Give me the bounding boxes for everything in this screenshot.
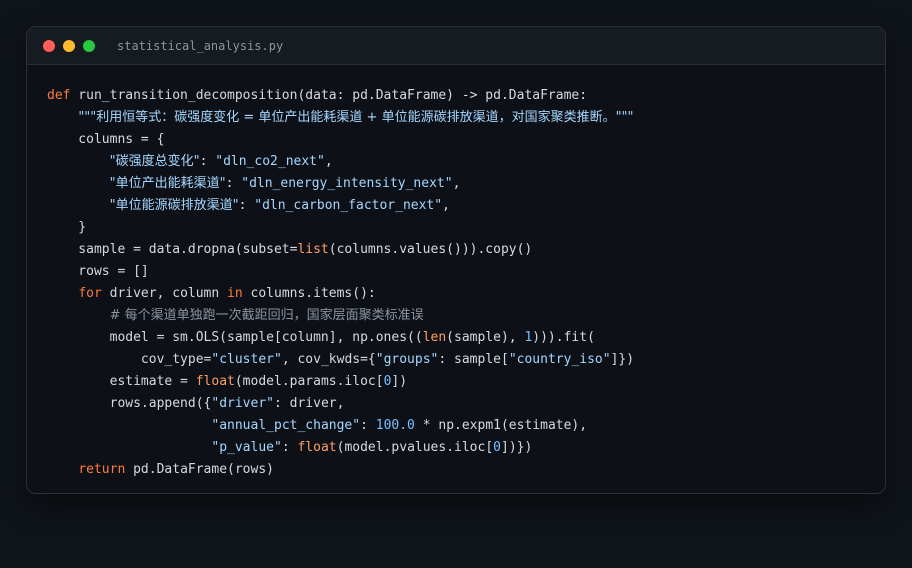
builtin: len	[422, 330, 447, 345]
code-text: :	[238, 198, 255, 213]
code-text: ])	[391, 374, 408, 389]
code-text: :	[199, 154, 216, 169]
code-line-4: "碳强度总变化": "dln_co2_next",	[47, 151, 885, 173]
string-literal: "单位产出能耗渠道"	[109, 176, 226, 191]
number-literal: 0	[493, 440, 501, 455]
code-text: (model.pvalues.iloc[	[336, 440, 494, 455]
code-line-17: "p_value": float(model.pvalues.iloc[0])}…	[47, 437, 885, 459]
code-text: columns = {	[47, 132, 165, 147]
code-text: }	[47, 220, 87, 235]
code-text: ,	[324, 154, 333, 169]
string-literal: "dln_energy_intensity_next"	[241, 176, 453, 191]
maximize-window-icon[interactable]	[83, 39, 95, 52]
string-literal: "dln_co2_next"	[215, 154, 325, 169]
code-text: * np.expm1(estimate),	[414, 418, 588, 433]
code-line-14: estimate = float(model.params.iloc[0])	[47, 371, 885, 393]
code-text: rows = []	[47, 264, 149, 279]
string-literal: "driver"	[211, 396, 274, 411]
code-line-9: rows = []	[47, 261, 885, 283]
code-text: : sample[	[438, 352, 509, 367]
code-text: pd.DataFrame(rows)	[125, 462, 274, 477]
string-literal: "country_iso"	[508, 352, 611, 367]
code-line-11: # 每个渠道单独跑一次截距回归，国家层面聚类标准误	[47, 305, 885, 327]
code-text: (sample),	[446, 330, 525, 345]
code-text: cov_type=	[47, 352, 212, 367]
code-text: ,	[442, 198, 450, 213]
string-literal: "p_value"	[211, 440, 282, 455]
keyword: def	[47, 88, 71, 103]
code-line-8: sample = data.dropna(subset=list(columns…	[47, 239, 885, 261]
code-line-5: "单位产出能耗渠道": "dln_energy_intensity_next",	[47, 173, 885, 195]
number-literal: 100.0	[375, 418, 415, 433]
code-text: , cov_kwds={	[281, 352, 376, 367]
builtin: float	[297, 440, 337, 455]
code-text: estimate =	[47, 374, 196, 389]
code-text: ,	[452, 176, 461, 191]
code-text: :	[281, 440, 298, 455]
function-name: run_transition_decomposition	[70, 88, 298, 103]
code-line-13: cov_type="cluster", cov_kwds={"groups": …	[47, 349, 885, 371]
keyword: in	[227, 286, 243, 301]
code-text: sample = data.dropna(subset=	[47, 242, 298, 257]
string-literal: "dln_carbon_factor_next"	[254, 198, 443, 213]
code-line-2: """利用恒等式：碳强度变化 = 单位产出能耗渠道 + 单位能源碳排放渠道，对国…	[47, 107, 885, 129]
string-literal: "annual_pct_change"	[211, 418, 361, 433]
code-line-6: "单位能源碳排放渠道": "dln_carbon_factor_next",	[47, 195, 885, 217]
string-literal: "单位能源碳排放渠道"	[109, 198, 239, 213]
code-text: model = sm.OLS(sample[column], np.ones((	[47, 330, 423, 345]
code-text: (model.params.iloc[	[234, 374, 384, 389]
keyword: return	[78, 462, 126, 477]
minimize-window-icon[interactable]	[63, 39, 75, 52]
code-line-16: "annual_pct_change": 100.0 * np.expm1(es…	[47, 415, 885, 437]
code-text: :	[225, 176, 242, 191]
code-text: :	[360, 418, 376, 433]
builtin: float	[195, 374, 235, 389]
code-area[interactable]: def run_transition_decomposition(data: p…	[27, 65, 885, 481]
file-name: statistical_analysis.py	[117, 38, 284, 53]
string-literal: "cluster"	[211, 352, 282, 367]
code-text: columns.items():	[242, 286, 376, 301]
code-text: (data: pd.DataFrame) -> pd.DataFrame:	[297, 88, 588, 103]
code-line-1: def run_transition_decomposition(data: p…	[47, 85, 885, 107]
code-text: ])})	[501, 440, 533, 455]
code-text: ))).fit(	[532, 330, 595, 345]
code-text: driver, column	[101, 286, 228, 301]
window-titlebar: statistical_analysis.py	[27, 27, 885, 65]
code-text: ]})	[610, 352, 635, 367]
string-literal: "groups"	[375, 352, 439, 367]
keyword: for	[78, 286, 102, 301]
code-line-7: }	[47, 217, 885, 239]
code-line-10: for driver, column in columns.items():	[47, 283, 885, 305]
code-text: : driver,	[274, 396, 345, 411]
close-window-icon[interactable]	[43, 39, 55, 52]
code-line-18: return pd.DataFrame(rows)	[47, 459, 885, 481]
code-line-3: columns = {	[47, 129, 885, 151]
editor-window: statistical_analysis.py def run_transiti…	[26, 26, 886, 494]
comment: # 每个渠道单独跑一次截距回归，国家层面聚类标准误	[109, 308, 424, 323]
code-line-12: model = sm.OLS(sample[column], np.ones((…	[47, 327, 885, 349]
docstring: """利用恒等式：碳强度变化 = 单位产出能耗渠道 + 单位能源碳排放渠道，对国…	[78, 110, 634, 125]
code-text: (columns.values())).copy()	[328, 242, 533, 257]
code-text: rows.append({	[47, 396, 212, 411]
string-literal: "碳强度总变化"	[109, 154, 200, 169]
code-line-15: rows.append({"driver": driver,	[47, 393, 885, 415]
builtin: list	[297, 242, 329, 257]
